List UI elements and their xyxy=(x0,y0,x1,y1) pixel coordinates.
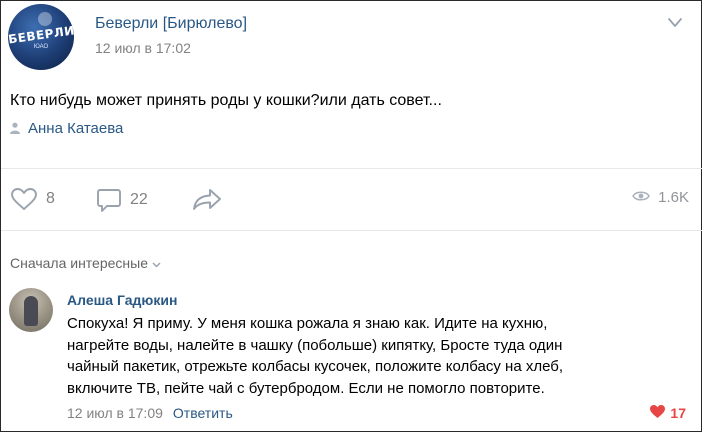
comment-count: 22 xyxy=(130,191,148,208)
comments-sort[interactable]: Сначала интересные xyxy=(10,255,161,271)
comment-date[interactable]: 12 июл в 17:09 xyxy=(67,405,163,421)
views-counter: 1.6K xyxy=(632,189,689,206)
comment-like-count: 17 xyxy=(670,405,686,421)
heart-icon xyxy=(10,187,38,211)
views-count: 1.6K xyxy=(658,189,689,206)
comment-text: Спокуха! Я приму. У меня кошка рожала я … xyxy=(67,313,647,399)
comment-meta: 12 июл в 17:09 Ответить xyxy=(67,405,233,421)
group-avatar[interactable]: БЕВЕРЛИ ЮАО xyxy=(8,4,74,70)
share-icon xyxy=(191,187,223,211)
group-name-link[interactable]: Беверли [Бирюлево] xyxy=(95,15,247,33)
commenter-avatar[interactable] xyxy=(9,288,53,332)
post-author-name[interactable]: Анна Катаева xyxy=(28,120,123,137)
like-count: 8 xyxy=(46,190,55,207)
avatar-figure xyxy=(24,296,38,326)
comment-line: Спокуха! Я приму. У меня кошка рожала я … xyxy=(67,315,548,332)
more-icon[interactable] xyxy=(666,16,684,30)
comment-icon xyxy=(96,187,122,213)
chevron-down-icon xyxy=(152,260,161,271)
divider xyxy=(1,230,702,231)
avatar-flare xyxy=(38,12,52,26)
eye-icon xyxy=(632,189,651,206)
comment-line: включите ТВ, пейте чай с бутербродом. Ес… xyxy=(67,379,545,397)
post-card: БЕВЕРЛИ ЮАО Беверли [Бирюлево] 12 июл в … xyxy=(0,0,702,432)
person-icon xyxy=(10,121,20,134)
heart-filled-icon xyxy=(649,404,666,422)
post-date[interactable]: 12 июл в 17:02 xyxy=(95,40,191,56)
comments-sort-label[interactable]: Сначала интересные xyxy=(10,255,148,271)
commenter-name[interactable]: Алеша Гадюкин xyxy=(67,292,177,308)
comment-line: чайный пакетик, отрежьте колбасы кусочек… xyxy=(67,358,564,375)
post-text: Кто нибудь может принять роды у кошки?ил… xyxy=(10,92,442,109)
comment-like-button[interactable]: 17 xyxy=(649,404,686,422)
like-button[interactable]: 8 xyxy=(10,187,55,211)
post-author[interactable]: Анна Катаева xyxy=(10,120,123,137)
share-button[interactable] xyxy=(191,187,223,211)
post-actions: 8 22 1.6K xyxy=(1,169,702,229)
reply-button[interactable]: Ответить xyxy=(173,405,233,421)
comment-line: нагрейте воды, налейте в чашку (побольше… xyxy=(67,336,563,354)
comment-button[interactable]: 22 xyxy=(96,187,148,213)
avatar-logo-sub: ЮАО xyxy=(33,44,49,50)
